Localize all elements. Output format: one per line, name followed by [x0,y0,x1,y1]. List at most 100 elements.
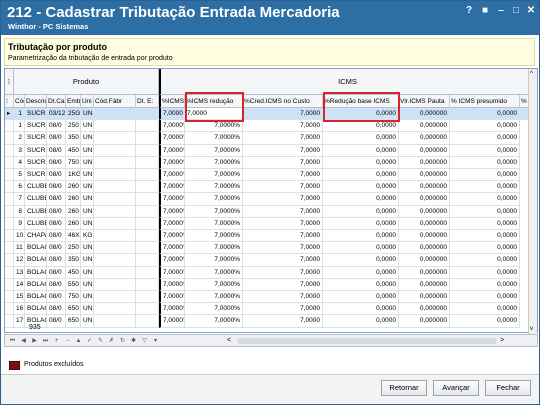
cell-dtca[interactable]: 08/0 [47,254,66,267]
cell-desc[interactable]: CLUBE [25,217,47,230]
scroll-up-icon[interactable]: ^ [530,71,533,77]
nav-last-icon[interactable]: ⏭ [41,337,50,346]
cell-fabr[interactable] [94,120,136,133]
cell-pres[interactable]: 0,0000 [450,315,520,328]
cell-dte[interactable] [136,291,159,304]
cell-icmsred[interactable]: 7,0000% [185,254,243,267]
cell-emb[interactable]: 260 [66,217,81,230]
cell-uni[interactable]: UN [81,205,94,218]
cell-cod[interactable]: 4 [14,156,25,169]
horizontal-scrollbar[interactable] [237,338,497,344]
cell-cod[interactable]: 12 [14,254,25,267]
cell-dtca[interactable]: 08/0 [47,315,66,328]
cell-uni[interactable]: UN [81,132,94,145]
cell-dtca[interactable]: 08/0 [47,266,66,279]
cell-icmsred[interactable]: 7,0000% [185,181,243,194]
cell-dtca[interactable]: 08/0 [47,303,66,316]
cell-redbase[interactable]: 0,0000 [323,181,399,194]
close-icon[interactable]: ✕ [525,5,537,17]
cell-redbase[interactable]: 0,0000 [323,303,399,316]
col-cod-header[interactable]: Cód [14,95,25,108]
table-row[interactable]: 13BOLACI08/0450UN7,0000°7,0000%7,00000,0… [5,266,535,279]
cell-dte[interactable] [136,254,159,267]
col-descricao-header[interactable]: Descriç [25,95,47,108]
cell-dtca[interactable]: 08/0 [47,169,66,182]
cell-pauta[interactable]: 0,000000 [399,144,450,157]
cell-cred[interactable]: 7,0000 [243,205,323,218]
cell-emb[interactable]: 250 [66,242,81,255]
cell-icmsred[interactable]: 7,0000% [185,132,243,145]
cell-redbase[interactable]: 0,0000 [323,156,399,169]
cell-cred[interactable]: 7,0000 [243,108,323,121]
cell-pauta[interactable]: 0,000000 [399,242,450,255]
cell-redbase[interactable]: 0,0000 [323,169,399,182]
cell-icms[interactable]: 7,0000° [159,230,185,243]
cell-desc[interactable]: CLUBE [25,193,47,206]
table-row[interactable]: 17BOLACI08/0650UN7,0000°7,0000%7,00000,0… [5,315,535,328]
cell-cred[interactable]: 7,0000 [243,144,323,157]
cell-cod[interactable]: 13 [14,266,25,279]
col-dte-header[interactable]: Dt. E: [136,95,159,108]
hscroll-left-icon[interactable]: < [227,337,231,344]
cell-uni[interactable]: UN [81,193,94,206]
table-row[interactable]: 6 CLUBE 08/0 260 UN 7,0000° 7,0000% 7,0000 0,000… [5,181,535,194]
cell-cred[interactable]: 7,0000 [243,242,323,255]
hscroll-right-icon[interactable]: > [500,337,504,344]
cell-uni[interactable]: UN [81,303,94,316]
cell-icmsred[interactable]: 7,0000% [185,242,243,255]
cell-icmsred[interactable]: 7,0000% [185,120,243,133]
cell-dtca[interactable]: 08/0 [47,242,66,255]
table-row[interactable]: 16BOLACI08/0650UN7,0000°7,0000%7,00000,0… [5,303,535,316]
nav-prev-icon[interactable]: ◀ [19,337,28,346]
cell-uni[interactable]: UN [81,254,94,267]
col-codfabr-header[interactable]: Cód.Fábr [94,95,136,108]
col-cred-icms-header[interactable]: %Cred.ICMS no Custo [243,95,323,108]
options-icon[interactable]: ■ [479,5,491,17]
cell-cod[interactable]: 3 [14,144,25,157]
cell-emb[interactable]: 450 [66,266,81,279]
cell-emb[interactable]: 650 [66,303,81,316]
nav-save-icon[interactable]: ✎ [96,337,105,346]
cell-pres[interactable]: 0,0000 [450,242,520,255]
cell-fabr[interactable] [94,193,136,206]
nav-filter-icon[interactable]: ▽ [140,337,149,346]
table-row[interactable]: ▸1SUCRIL03/1225GUN7,00007,00007,00000,00… [5,108,535,121]
cell-uni[interactable]: UN [81,291,94,304]
col-emb-header[interactable]: Emb [66,95,81,108]
cell-icms[interactable]: 7,0000° [159,156,185,169]
cell-uni[interactable]: UN [81,156,94,169]
cell-fabr[interactable] [94,242,136,255]
cell-emb[interactable]: 260 [66,193,81,206]
col-uni-header[interactable]: Uni [81,95,94,108]
cell-dte[interactable] [136,169,159,182]
cell-emb[interactable]: 350 [66,254,81,267]
cell-uni[interactable]: UN [81,315,94,328]
cell-dte[interactable] [136,217,159,230]
cell-fabr[interactable] [94,144,136,157]
nav-up-icon[interactable]: ▲ [74,337,83,346]
tax-grid[interactable]: ⁝ Produto ICMS ⁝ Cód Descriç Dt.Ca Emb U… [4,68,538,334]
cell-uni[interactable]: UN [81,242,94,255]
cell-emb[interactable]: 1KG [66,169,81,182]
table-row[interactable]: 5SUCRIL08/01KGUN7,0000°7,0000%7,00000,00… [5,169,535,182]
table-row[interactable]: 4SUCRIL08/0750UN7,0000°7,0000%7,00000,00… [5,156,535,169]
cell-pres[interactable]: 0,0000 [450,254,520,267]
cell-cred[interactable]: 7,0000 [243,266,323,279]
cell-redbase[interactable]: 0,0000 [323,120,399,133]
cell-icmsred[interactable]: 7,0000% [185,156,243,169]
cell-emb[interactable]: 550 [66,278,81,291]
cell-icms[interactable]: 7,0000° [159,217,185,230]
cell-dte[interactable] [136,181,159,194]
nav-cancel-icon[interactable]: ✗ [107,337,116,346]
cell-desc[interactable]: CLUBE [25,205,47,218]
nav-add-icon[interactable]: + [52,337,61,346]
cell-dte[interactable] [136,242,159,255]
cell-fabr[interactable] [94,156,136,169]
cell-redbase[interactable]: 0,0000 [323,144,399,157]
cell-emb[interactable]: 250 [66,120,81,133]
cell-fabr[interactable] [94,217,136,230]
cell-dte[interactable] [136,144,159,157]
cell-cod[interactable]: 14 [14,278,25,291]
cell-fabr[interactable] [94,205,136,218]
cell-pauta[interactable]: 0,000000 [399,315,450,328]
